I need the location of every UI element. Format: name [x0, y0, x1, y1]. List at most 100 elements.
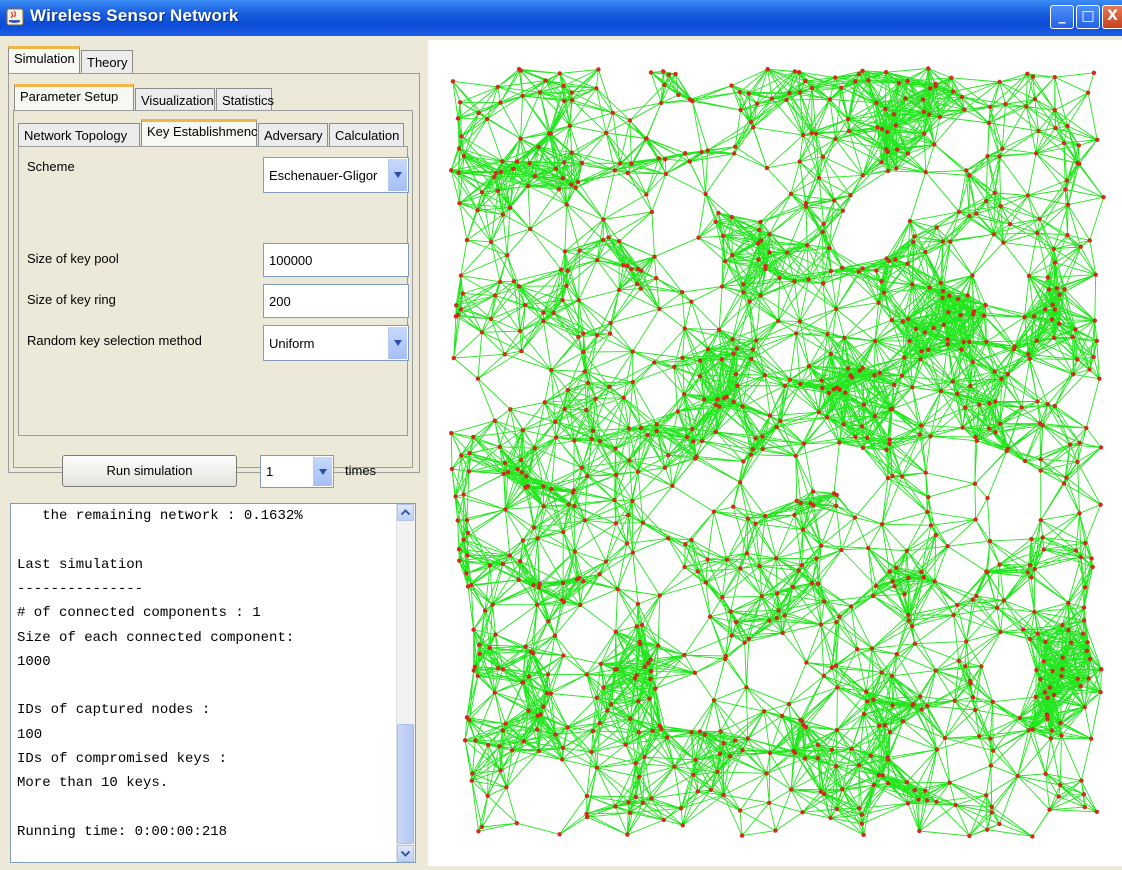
- sensor-node: [816, 410, 821, 415]
- minimize-button[interactable]: _: [1050, 5, 1074, 29]
- chevron-down-icon[interactable]: [388, 159, 407, 191]
- tab-statistics[interactable]: Statistics: [216, 88, 274, 112]
- sensor-node: [455, 312, 461, 318]
- scroll-down-icon[interactable]: [397, 845, 414, 862]
- sensor-node: [1048, 736, 1053, 741]
- sensor-node: [645, 660, 651, 666]
- key-pool-input[interactable]: 100000: [263, 243, 409, 277]
- sensor-node: [635, 281, 640, 287]
- sensor-node: [676, 92, 681, 98]
- sensor-node: [457, 201, 462, 206]
- sensor-node: [776, 318, 781, 324]
- sensor-node: [792, 750, 798, 755]
- tab-visualization[interactable]: Visualization: [135, 88, 215, 112]
- chevron-down-icon[interactable]: [388, 327, 407, 359]
- sensor-node: [733, 738, 738, 743]
- sensor-node: [584, 814, 590, 820]
- sensor-node: [548, 691, 554, 696]
- sensor-node: [1065, 202, 1071, 207]
- sensor-node: [985, 827, 990, 832]
- sensor-node: [1087, 238, 1092, 243]
- sensor-node: [665, 536, 671, 541]
- tab-simulation[interactable]: Simulation: [8, 46, 80, 74]
- tab-calculation[interactable]: Calculation: [329, 123, 404, 147]
- sensor-node: [798, 500, 803, 506]
- maximize-button[interactable]: □: [1076, 5, 1100, 29]
- sensor-node: [652, 360, 657, 365]
- sensor-node: [900, 319, 905, 324]
- chevron-down-icon[interactable]: [313, 457, 332, 486]
- sensor-node: [615, 586, 620, 592]
- sensor-node: [569, 98, 575, 103]
- scroll-up-icon[interactable]: [397, 504, 414, 521]
- output-line: IDs of compromised keys :: [17, 751, 228, 767]
- sensor-node: [640, 800, 645, 805]
- sensor-node: [572, 503, 577, 509]
- sensor-node: [630, 349, 635, 354]
- sensor-node: [1052, 260, 1058, 265]
- sensor-node: [923, 788, 928, 793]
- tab-parameter-setup[interactable]: Parameter Setup: [14, 84, 134, 111]
- sensor-node: [648, 70, 654, 75]
- sensor-node: [544, 690, 550, 696]
- run-simulation-button[interactable]: Run simulation: [62, 455, 237, 487]
- sensor-node: [1067, 442, 1073, 447]
- simulation-output[interactable]: the remaining network : 0.1632% Last simu…: [10, 503, 416, 863]
- sensor-node: [941, 322, 946, 327]
- sensor-node: [974, 593, 979, 599]
- sensor-node: [616, 239, 622, 244]
- scrollbar-thumb[interactable]: [397, 724, 414, 844]
- tab-adversary[interactable]: Adversary: [258, 123, 328, 147]
- sensor-node: [471, 627, 476, 632]
- sensor-node: [504, 785, 509, 790]
- tab-theory[interactable]: Theory: [81, 50, 133, 74]
- vertical-scrollbar[interactable]: [396, 504, 415, 862]
- sensor-node: [461, 153, 467, 159]
- sensor-node: [450, 79, 456, 84]
- scheme-select[interactable]: Eschenauer-Gligor: [263, 157, 409, 193]
- tab-key-establishment[interactable]: Key Establishmenc: [141, 119, 258, 147]
- sensor-node: [1085, 90, 1091, 95]
- sensor-node: [1081, 792, 1087, 797]
- sensor-node: [773, 556, 779, 561]
- close-button[interactable]: X: [1102, 5, 1122, 29]
- run-times-select[interactable]: 1: [260, 455, 334, 488]
- key-ring-input[interactable]: 200: [263, 284, 409, 318]
- sensor-node: [609, 702, 614, 707]
- sensor-node: [635, 601, 641, 607]
- sensor-node: [1056, 321, 1062, 326]
- sensor-node: [695, 569, 700, 574]
- sensor-node: [719, 284, 725, 289]
- sensor-node: [970, 695, 976, 700]
- sensor-node: [1078, 244, 1083, 249]
- sensor-node: [1041, 547, 1047, 552]
- sensor-node: [459, 134, 464, 139]
- key-selection-method-select[interactable]: Uniform: [263, 325, 409, 361]
- sensor-node: [837, 440, 842, 445]
- window-title-bar[interactable]: Wireless Sensor Network _ □ X: [0, 0, 1122, 36]
- sensor-node: [1052, 307, 1058, 312]
- tab-network-topology[interactable]: Network Topology: [18, 123, 140, 147]
- sensor-node: [692, 670, 698, 675]
- sensor-node: [745, 516, 751, 521]
- sensor-node: [875, 125, 880, 130]
- sensor-node: [642, 664, 647, 669]
- sensor-node: [971, 309, 977, 314]
- sensor-node: [1060, 667, 1065, 672]
- sensor-node: [845, 366, 851, 371]
- sensor-node: [505, 470, 511, 475]
- sensor-node: [777, 275, 782, 281]
- sensor-node: [912, 641, 918, 646]
- sensor-node: [1099, 667, 1104, 672]
- parameter-setup-panel: Network Topology Key Establishmenc Adver…: [13, 110, 413, 468]
- sensor-node: [932, 579, 937, 584]
- sensor-node: [809, 130, 814, 136]
- sensor-node: [821, 221, 826, 227]
- sensor-node: [642, 754, 647, 760]
- sensor-node: [774, 615, 779, 621]
- sensor-node: [933, 84, 938, 89]
- sensor-node: [797, 70, 802, 75]
- sensor-node: [887, 437, 893, 442]
- sensor-node: [597, 720, 602, 726]
- sensor-node: [526, 708, 531, 713]
